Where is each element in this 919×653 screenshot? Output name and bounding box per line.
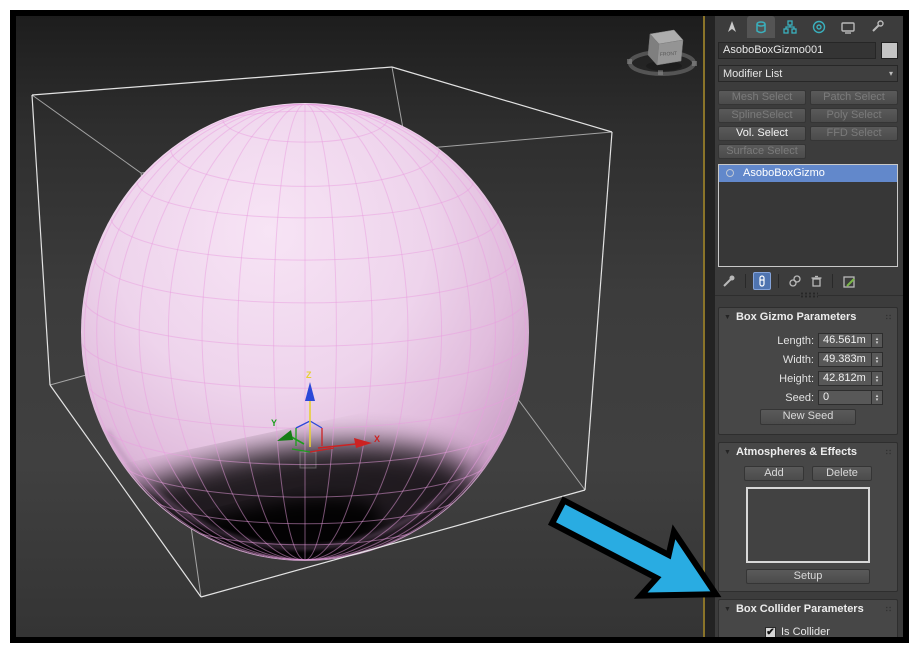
rollout-open-icon: ▼ (724, 314, 731, 321)
seed-field-row: Seed: 0 ▴▾ (719, 390, 883, 405)
is-collider-row: ✔ Is Collider (765, 626, 897, 637)
modifier-stack-item-label: AsoboBoxGizmo (743, 167, 825, 179)
z-axis-label: Z (306, 370, 312, 380)
xy-plane-ghost (300, 452, 316, 468)
length-label: Length: (777, 335, 814, 347)
rollout-title: Box Gizmo Parameters (736, 311, 856, 323)
spinner-down-icon[interactable]: ▾ (876, 398, 879, 402)
width-field-row: Width: 49.383m ▴▾ (719, 352, 883, 367)
modifier-list-label: Modifier List (723, 68, 782, 80)
pin-stack-button[interactable] (720, 272, 738, 290)
spinner-down-icon[interactable]: ▾ (876, 341, 879, 345)
object-name-field[interactable]: AsoboBoxGizmo001 (718, 42, 876, 59)
modifier-bulb-icon[interactable] (726, 169, 734, 177)
modifier-stack-item[interactable]: AsoboBoxGizmo (719, 165, 897, 182)
tab-motion[interactable] (805, 16, 833, 38)
configure-modifier-sets-button[interactable] (840, 272, 858, 290)
make-unique-button[interactable] (786, 272, 804, 290)
rollout-atmospheres-effects: ▼ Atmospheres & Effects ∷ Add Delete Set… (718, 442, 898, 592)
display-icon (842, 23, 854, 31)
tab-display[interactable] (834, 16, 862, 38)
rollout-pin-icon: ∷ (886, 448, 892, 457)
trash-icon (813, 279, 820, 286)
patch-select-button[interactable]: Patch Select (810, 90, 898, 105)
mesh-select-button[interactable]: Mesh Select (718, 90, 806, 105)
y-axis-label: Y (271, 418, 277, 428)
viewcube[interactable]: FRONT (627, 30, 697, 75)
height-label: Height: (779, 373, 814, 385)
length-input[interactable]: 46.561m (818, 333, 872, 348)
rollout-title: Atmospheres & Effects (736, 446, 857, 458)
remove-modifier-button[interactable] (807, 272, 825, 290)
utilities-icon (873, 25, 879, 31)
command-panel: AsoboBoxGizmo001 Modifier List ▾ Mesh Se… (715, 16, 903, 637)
show-end-result-icon (760, 276, 764, 286)
rollout-header-box-collider[interactable]: ▼ Box Collider Parameters ∷ (719, 600, 897, 618)
tab-hierarchy[interactable] (776, 16, 804, 38)
3d-viewport[interactable]: Z X Y FRONT (16, 16, 703, 637)
rollout-pin-icon: ∷ (886, 313, 892, 322)
vol-select-button[interactable]: Vol. Select (718, 126, 806, 141)
show-end-result-button[interactable] (753, 272, 771, 290)
screenshot-frame: Z X Y FRONT (10, 10, 909, 643)
rollout-open-icon: ▼ (724, 449, 731, 456)
spinner-down-icon[interactable]: ▾ (876, 360, 879, 364)
hierarchy-icon (788, 21, 792, 25)
length-spinner[interactable]: ▴▾ (872, 333, 883, 348)
seed-spinner[interactable]: ▴▾ (872, 390, 883, 405)
rollout-scroll-handle[interactable] (715, 295, 903, 304)
rollout-box-gizmo-parameters: ▼ Box Gizmo Parameters ∷ Length: 46.561m… (718, 307, 898, 435)
tab-utilities[interactable] (863, 16, 891, 38)
width-input[interactable]: 49.383m (818, 352, 872, 367)
command-panel-tabs (715, 16, 903, 38)
rollout-open-icon: ▼ (724, 606, 731, 613)
create-icon (728, 21, 736, 32)
panel-viewport-splitter[interactable] (705, 16, 715, 637)
modifier-stack-toolbar (715, 269, 903, 293)
delete-button[interactable]: Delete (812, 466, 872, 481)
add-button[interactable]: Add (744, 466, 804, 481)
configure-sets-icon (844, 277, 854, 287)
sphere-object[interactable] (16, 96, 529, 637)
viewport-canvas: Z X Y FRONT (16, 16, 703, 637)
rollout-box-collider-parameters: ▼ Box Collider Parameters ∷ ✔ Is Collide… (718, 599, 898, 637)
spline-select-button[interactable]: SplineSelect (718, 108, 806, 123)
chevron-down-icon: ▾ (889, 69, 893, 78)
modifier-list-dropdown[interactable]: Modifier List ▾ (718, 65, 898, 82)
seed-label: Seed: (785, 392, 814, 404)
is-collider-label: Is Collider (781, 626, 830, 637)
x-axis-label: X (374, 434, 380, 444)
width-spinner[interactable]: ▴▾ (872, 352, 883, 367)
modify-icon (757, 22, 765, 26)
tab-modify[interactable] (747, 16, 775, 38)
tab-create[interactable] (718, 16, 746, 38)
atmospheres-effects-list[interactable] (746, 487, 870, 563)
rollout-title: Box Collider Parameters (736, 603, 864, 615)
new-seed-button[interactable]: New Seed (760, 409, 856, 425)
modifier-stack-list[interactable]: AsoboBoxGizmo (718, 164, 898, 267)
poly-select-button[interactable]: Poly Select (810, 108, 898, 123)
height-input[interactable]: 42.812m (818, 371, 872, 386)
select-button-grid: Mesh Select Patch Select SplineSelect Po… (718, 90, 898, 159)
is-collider-checkbox[interactable]: ✔ (765, 627, 776, 638)
rollout-pin-icon: ∷ (886, 605, 892, 614)
seed-input[interactable]: 0 (818, 390, 872, 405)
rollout-header-atmospheres[interactable]: ▼ Atmospheres & Effects ∷ (719, 443, 897, 461)
ffd-select-button[interactable]: FFD Select (810, 126, 898, 141)
spinner-down-icon[interactable]: ▾ (876, 379, 879, 383)
pin-stack-icon (724, 279, 731, 286)
motion-icon (814, 22, 825, 33)
object-color-swatch[interactable] (881, 42, 898, 59)
app-window: Z X Y FRONT (16, 16, 903, 637)
height-spinner[interactable]: ▴▾ (872, 371, 883, 386)
surface-select-button[interactable]: Surface Select (718, 144, 806, 159)
setup-button[interactable]: Setup (746, 569, 870, 584)
height-field-row: Height: 42.812m ▴▾ (719, 371, 883, 386)
rollout-header-box-gizmo[interactable]: ▼ Box Gizmo Parameters ∷ (719, 308, 897, 326)
width-label: Width: (783, 354, 814, 366)
length-field-row: Length: 46.561m ▴▾ (719, 333, 883, 348)
viewcube-front-label: FRONT (660, 51, 678, 58)
